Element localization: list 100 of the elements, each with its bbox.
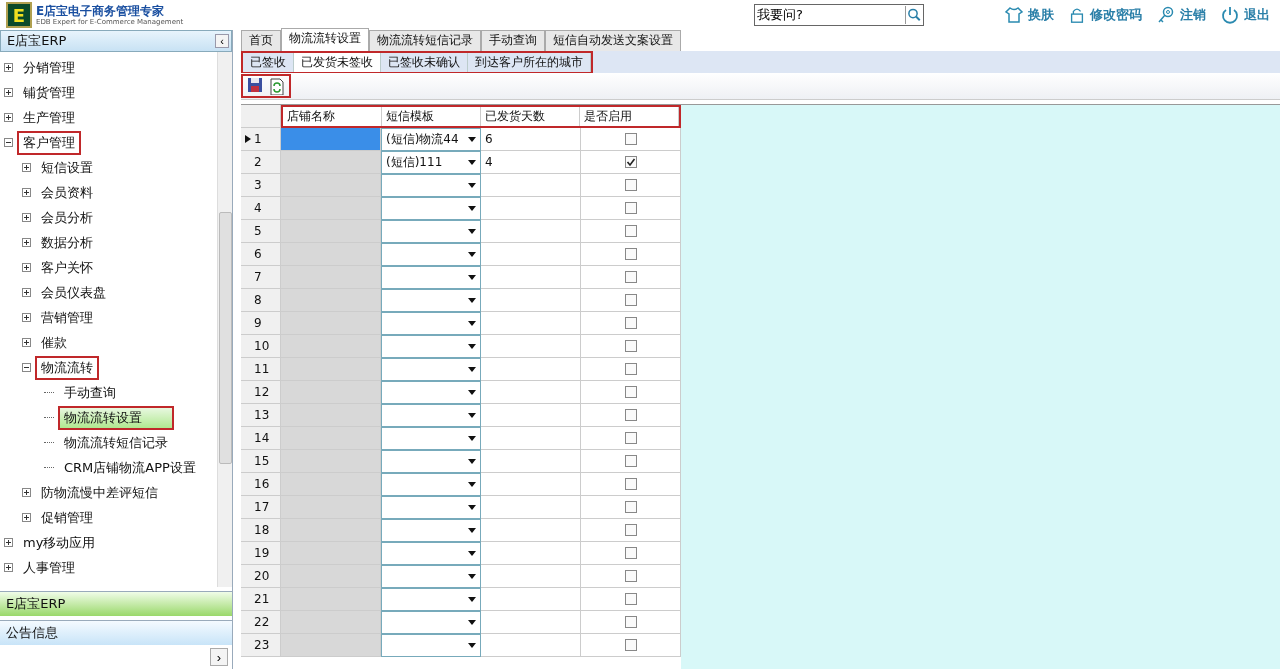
plus-box-icon[interactable] <box>22 263 31 272</box>
header-link[interactable]: 退出 <box>1220 5 1270 25</box>
expand-button[interactable]: › <box>210 648 228 666</box>
header-link[interactable]: 换肤 <box>1004 5 1054 25</box>
checkbox[interactable] <box>624 363 637 375</box>
checkbox[interactable] <box>624 133 637 145</box>
header-link[interactable]: 注销 <box>1156 5 1206 25</box>
tree-item[interactable]: 人事管理 <box>17 555 81 580</box>
tree-item[interactable]: 铺货管理 <box>17 80 81 105</box>
checkbox[interactable] <box>624 179 637 191</box>
template-dropdown[interactable] <box>381 473 481 496</box>
search-field[interactable]: 我要问? <box>754 4 924 26</box>
tree-item[interactable]: my移动应用 <box>17 530 102 555</box>
tree-item[interactable]: 催款 <box>35 330 73 355</box>
plus-box-icon[interactable] <box>4 88 13 97</box>
template-dropdown[interactable] <box>381 220 481 243</box>
tree-item[interactable]: 营销管理 <box>35 305 99 330</box>
checkbox[interactable] <box>624 294 637 306</box>
checkbox[interactable] <box>624 616 637 628</box>
tree-item[interactable]: 促销管理 <box>35 505 99 530</box>
tree-item[interactable]: 会员资料 <box>35 180 99 205</box>
minus-box-icon[interactable] <box>4 138 13 147</box>
template-dropdown[interactable] <box>381 266 481 289</box>
save-icon[interactable] <box>247 77 263 93</box>
tree-item[interactable]: CRM店铺物流APP设置 <box>58 455 202 480</box>
template-dropdown[interactable] <box>381 381 481 404</box>
template-dropdown[interactable] <box>381 197 481 220</box>
template-dropdown[interactable] <box>381 358 481 381</box>
plus-box-icon[interactable] <box>4 113 13 122</box>
subtab[interactable]: 已发货未签收 <box>294 52 381 72</box>
checkbox[interactable] <box>624 340 637 352</box>
checkbox[interactable] <box>624 547 637 559</box>
search-icon[interactable] <box>905 6 923 24</box>
checkbox[interactable] <box>624 524 637 536</box>
checkbox[interactable] <box>624 225 637 237</box>
checkbox[interactable] <box>624 386 637 398</box>
template-dropdown[interactable] <box>381 289 481 312</box>
template-dropdown[interactable] <box>381 519 481 542</box>
tree-item[interactable]: 手动查询 <box>58 380 122 405</box>
tree-item[interactable]: 物流流转设置 <box>58 405 174 430</box>
checkbox[interactable] <box>624 271 637 283</box>
tree-item[interactable]: 会员分析 <box>35 205 99 230</box>
template-dropdown[interactable] <box>381 542 481 565</box>
tree-item[interactable]: 短信设置 <box>35 155 99 180</box>
accordion-header[interactable]: E店宝ERP <box>0 591 232 616</box>
template-dropdown[interactable] <box>381 335 481 358</box>
checkbox[interactable] <box>624 593 637 605</box>
template-dropdown[interactable] <box>381 243 481 266</box>
tree-item[interactable]: 会员仪表盘 <box>35 280 112 305</box>
plus-box-icon[interactable] <box>22 213 31 222</box>
template-dropdown[interactable] <box>381 450 481 473</box>
collapse-button[interactable]: ‹ <box>215 34 229 48</box>
plus-box-icon[interactable] <box>22 288 31 297</box>
plus-box-icon[interactable] <box>22 488 31 497</box>
template-dropdown[interactable] <box>381 312 481 335</box>
tree-item[interactable]: 客户关怀 <box>35 255 99 280</box>
template-dropdown[interactable] <box>381 427 481 450</box>
plus-box-icon[interactable] <box>22 313 31 322</box>
plus-box-icon[interactable] <box>22 163 31 172</box>
tab[interactable]: 首页 <box>241 30 281 51</box>
template-dropdown[interactable]: (短信)111 <box>381 151 481 174</box>
plus-box-icon[interactable] <box>4 538 13 547</box>
template-dropdown[interactable] <box>381 404 481 427</box>
plus-box-icon[interactable] <box>22 238 31 247</box>
tree-item[interactable]: 分销管理 <box>17 55 81 80</box>
tree-item[interactable]: 生产管理 <box>17 105 81 130</box>
tab[interactable]: 物流流转短信记录 <box>369 30 481 51</box>
tab[interactable]: 短信自动发送文案设置 <box>545 30 681 51</box>
tree-item[interactable]: 数据分析 <box>35 230 99 255</box>
checkbox[interactable] <box>624 248 637 260</box>
template-dropdown[interactable] <box>381 174 481 197</box>
template-dropdown[interactable] <box>381 611 481 634</box>
checkbox[interactable] <box>624 639 637 651</box>
checkbox[interactable] <box>624 432 637 444</box>
checkbox[interactable] <box>624 501 637 513</box>
checkbox[interactable] <box>624 409 637 421</box>
plus-box-icon[interactable] <box>22 338 31 347</box>
plus-box-icon[interactable] <box>22 513 31 522</box>
checkbox[interactable] <box>624 317 637 329</box>
refresh-icon[interactable] <box>269 77 285 95</box>
template-dropdown[interactable] <box>381 496 481 519</box>
plus-box-icon[interactable] <box>22 188 31 197</box>
checkbox[interactable] <box>624 202 637 214</box>
tree-item[interactable]: 物流流转短信记录 <box>58 430 174 455</box>
checkbox[interactable] <box>624 156 637 168</box>
tree-item[interactable]: 物流流转 <box>35 355 99 380</box>
tree-item[interactable]: 客户管理 <box>17 130 81 155</box>
template-dropdown[interactable] <box>381 565 481 588</box>
minus-box-icon[interactable] <box>22 363 31 372</box>
template-dropdown[interactable]: (短信)物流44 <box>381 128 481 151</box>
checkbox[interactable] <box>624 455 637 467</box>
accordion-header[interactable]: 公告信息 <box>0 620 232 645</box>
tab[interactable]: 物流流转设置 <box>281 28 369 51</box>
header-link[interactable]: 修改密码 <box>1068 5 1142 25</box>
template-dropdown[interactable] <box>381 634 481 657</box>
checkbox[interactable] <box>624 570 637 582</box>
checkbox[interactable] <box>624 478 637 490</box>
template-dropdown[interactable] <box>381 588 481 611</box>
plus-box-icon[interactable] <box>4 63 13 72</box>
plus-box-icon[interactable] <box>4 563 13 572</box>
